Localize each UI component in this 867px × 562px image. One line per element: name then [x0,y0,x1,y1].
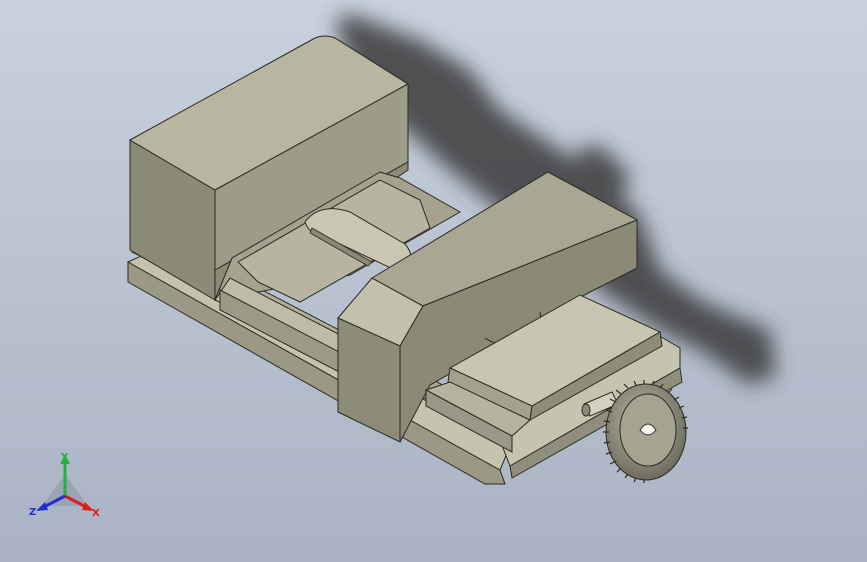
orientation-triad[interactable]: Y X Z [28,448,102,522]
z-axis-label: Z [29,507,36,518]
y-axis-label: Y [60,452,69,463]
vise-model[interactable] [0,0,867,562]
x-axis-label: X [92,508,100,519]
3d-viewport[interactable]: Y X Z [0,0,867,562]
